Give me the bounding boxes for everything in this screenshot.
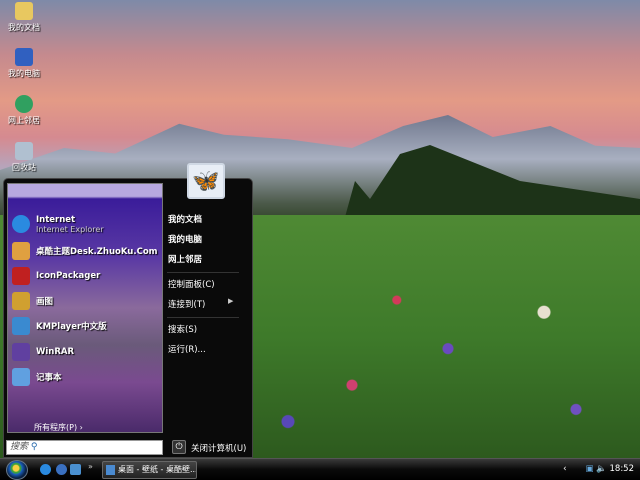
program-label: KMPlayer中文版 [36, 322, 107, 332]
winrar-icon [12, 343, 30, 361]
program-label: WinRAR [36, 347, 75, 357]
zhuoku-icon [12, 242, 30, 260]
icon-label: 我的文档 [8, 23, 40, 32]
menu-item-network[interactable]: 网上邻居 [168, 253, 202, 265]
desktop-icon-recycle-bin[interactable]: 回收站 [2, 142, 46, 173]
paint-icon [12, 292, 30, 310]
search-placeholder: 搜索 [10, 442, 29, 452]
ie-icon [12, 215, 30, 233]
program-kmplayer[interactable]: KMPlayer中文版 [12, 316, 107, 336]
iconpackager-icon [12, 267, 30, 285]
program-winrar[interactable]: WinRAR [12, 342, 74, 362]
quicklaunch-chevron[interactable]: » [88, 462, 93, 471]
program-label: 记事本 [36, 373, 62, 383]
system-tray: ‹ ▣ 🔈 18:52 [563, 464, 634, 474]
desktop-icon-my-documents[interactable]: 我的文档 [2, 2, 46, 33]
power-button[interactable]: ⏻ [172, 440, 186, 454]
places-pane: 我的文档 我的电脑 网上邻居 控制面板(C) 连接到(T) ▶ 搜索(S) 运行… [164, 183, 250, 433]
network-tray-icon[interactable]: ▣ [585, 464, 593, 474]
desktop-icon-my-computer[interactable]: 我的电脑 [2, 48, 46, 79]
recycle-bin-icon [15, 142, 33, 160]
search-icon: ⚲ [30, 442, 38, 452]
program-paint[interactable]: 画图 [12, 291, 53, 311]
menu-item-my-documents[interactable]: 我的文档 [168, 213, 202, 225]
computer-icon [15, 48, 33, 66]
program-label: IconPackager [36, 271, 101, 281]
all-programs-button[interactable]: 所有程序(P) › [34, 422, 83, 433]
taskbar: » 桌面 - 壁纸 - 桌酷壁... ‹ ▣ 🔈 18:52 [0, 458, 640, 480]
program-sublabel: Internet Explorer [36, 224, 104, 234]
user-picture-butterfly[interactable]: 🦋 [187, 163, 225, 199]
volume-tray-icon[interactable]: 🔈 [596, 464, 607, 474]
program-notepad[interactable]: 记事本 [12, 367, 62, 387]
desktop-icon-network[interactable]: 网上邻居 [2, 95, 46, 126]
quicklaunch-browser-icon[interactable] [56, 464, 67, 475]
folder-icon [15, 2, 33, 20]
search-input[interactable]: 搜索 ⚲ [6, 440, 163, 455]
all-programs-label: 所有程序(P) [34, 423, 78, 432]
submenu-arrow-icon: ▶ [228, 297, 234, 305]
program-label: 桌酷主题Desk.ZhuoKu.Com [36, 247, 158, 257]
program-internet-explorer[interactable]: Internet Internet Explorer [12, 214, 104, 234]
arrow-right-icon: › [79, 423, 83, 432]
clock[interactable]: 18:52 [610, 464, 635, 474]
menu-item-control-panel[interactable]: 控制面板(C) [168, 278, 215, 290]
menu-item-search[interactable]: 搜索(S) [168, 323, 197, 335]
program-zhuoku[interactable]: 桌酷主题Desk.ZhuoKu.Com [12, 241, 158, 261]
icon-label: 网上邻居 [8, 116, 40, 125]
divider [167, 317, 239, 318]
taskbar-window-button[interactable]: 桌面 - 壁纸 - 桌酷壁... [102, 461, 197, 479]
shutdown-button[interactable]: 关闭计算机(U) [191, 442, 246, 454]
icon-label: 回收站 [12, 163, 36, 172]
program-label: Internet [36, 214, 76, 225]
power-icon: ⏻ [175, 442, 183, 452]
network-icon [15, 95, 33, 113]
tray-expand-arrow[interactable]: ‹ [563, 464, 566, 474]
program-label: 画图 [36, 297, 54, 307]
menu-item-my-computer[interactable]: 我的电脑 [168, 233, 202, 245]
start-menu: Internet Internet Explorer 桌酷主题Desk.ZhuoK… [3, 178, 253, 458]
programs-pane: Internet Internet Explorer 桌酷主题Desk.ZhuoK… [7, 183, 163, 433]
quicklaunch-desktop-icon[interactable] [70, 464, 81, 475]
menu-item-connect-to[interactable]: 连接到(T) [168, 298, 205, 310]
menu-item-run[interactable]: 运行(R)... [168, 343, 206, 355]
kmplayer-icon [12, 317, 30, 335]
icon-label: 我的电脑 [8, 69, 40, 78]
program-iconpackager[interactable]: IconPackager [12, 266, 100, 286]
notepad-icon [12, 368, 30, 386]
divider [167, 272, 239, 273]
butterfly-icon: 🦋 [192, 168, 220, 194]
quicklaunch-ie-icon[interactable] [40, 464, 51, 475]
start-button[interactable] [6, 460, 28, 480]
